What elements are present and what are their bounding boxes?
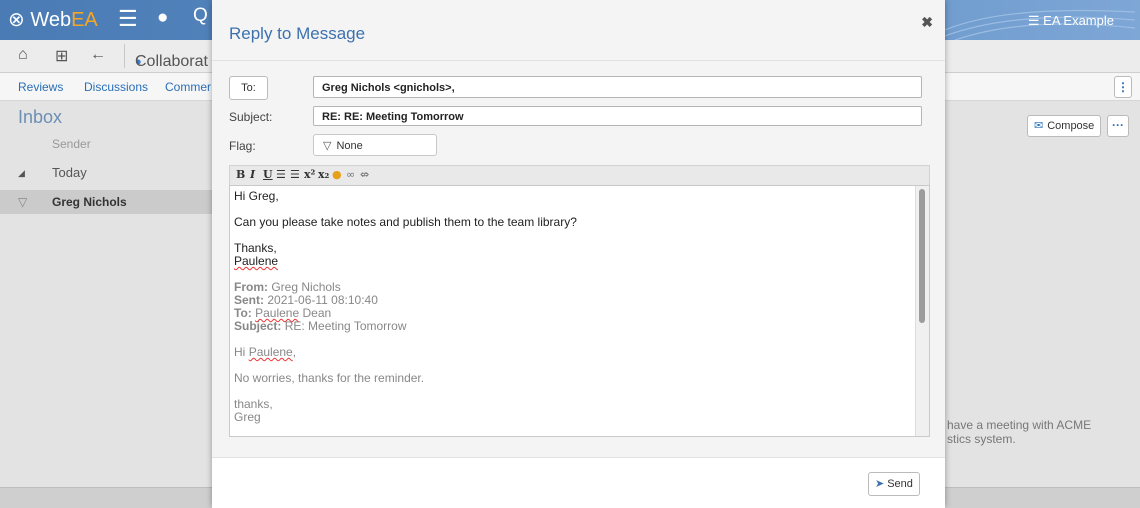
underline-button[interactable]: U bbox=[263, 168, 273, 181]
flag-label: Flag: bbox=[229, 139, 256, 153]
unlink-icon[interactable]: ⇎ bbox=[360, 168, 369, 181]
quoted-sent-label: Sent: bbox=[234, 293, 264, 307]
group-today[interactable]: ◢ Today bbox=[0, 161, 212, 185]
quoted-sent-value: 2021-06-11 08:10:40 bbox=[267, 293, 378, 307]
message-pane: ✉ Compose ··· have a meeting with ACME st… bbox=[945, 101, 1140, 487]
brand-suffix: EA bbox=[71, 9, 98, 31]
editor-toolbar: B I U ☰ ☰ x² x₂ ● ∞ ⇎ bbox=[229, 165, 930, 185]
compose-button[interactable]: ✉ Compose bbox=[1027, 115, 1102, 137]
quoted-from-value: Greg Nichols bbox=[271, 280, 341, 294]
dialog-header: Reply to Message ✖ bbox=[212, 0, 945, 61]
to-button[interactable]: To: bbox=[229, 76, 268, 100]
bullet-list-icon[interactable]: ☰ bbox=[290, 168, 300, 181]
tab-collaborate[interactable]: ● Collaborat bbox=[124, 44, 208, 70]
flag-icon: ▽ bbox=[323, 140, 332, 152]
subscript-icon[interactable]: x₂ bbox=[318, 168, 329, 181]
bold-button[interactable]: B bbox=[236, 168, 245, 181]
brand-prefix: Web bbox=[30, 9, 72, 31]
to-field[interactable]: Greg Nichols <gnichols>, bbox=[313, 76, 922, 98]
quoted-closing: thanks, bbox=[234, 397, 273, 411]
nav-reviews[interactable]: Reviews bbox=[18, 80, 63, 94]
editor-scrollbar[interactable] bbox=[915, 186, 929, 436]
body-signature: Paulene bbox=[234, 254, 279, 268]
color-icon[interactable]: ● bbox=[332, 168, 342, 181]
send-button[interactable]: ➤ Send bbox=[868, 472, 920, 496]
envelope-icon: ✉ bbox=[1034, 120, 1044, 132]
search-icon[interactable]: Q bbox=[193, 5, 208, 27]
flag-value: None bbox=[336, 140, 363, 152]
quoted-greeting: Hi Paulene, bbox=[234, 346, 914, 359]
more-options-icon[interactable]: ⋮ bbox=[1114, 76, 1132, 98]
webea-logo[interactable]: ⊗ WebEA bbox=[8, 7, 98, 32]
link-icon[interactable]: ∞ bbox=[346, 168, 355, 181]
logo-icon: ⊗ bbox=[8, 9, 25, 31]
chat-icon[interactable]: ● bbox=[157, 7, 168, 29]
compose-label: Compose bbox=[1047, 120, 1095, 132]
quoted-closing-name: Greg bbox=[234, 410, 261, 424]
inbox-pane: Inbox Sender ◢ Today ▽ Greg Nichols bbox=[0, 101, 212, 487]
body-signoff: Thanks, bbox=[234, 241, 277, 255]
preview-line-2: stics system. bbox=[947, 432, 1016, 446]
preview-line-1: have a meeting with ACME bbox=[947, 418, 1092, 432]
message-sender: Greg Nichols bbox=[52, 195, 127, 209]
quoted-to-first: Paulene bbox=[255, 306, 300, 320]
group-today-label: Today bbox=[52, 165, 87, 180]
quoted-to-label: To: bbox=[234, 306, 252, 320]
close-icon[interactable]: ✖ bbox=[921, 14, 933, 31]
dialog-title: Reply to Message bbox=[229, 24, 366, 43]
quoted-header: From: Greg Nichols Sent: 2021-06-11 08:1… bbox=[234, 281, 914, 333]
send-plane-icon: ➤ bbox=[875, 478, 885, 490]
quoted-to-last: Dean bbox=[302, 306, 332, 320]
superscript-icon[interactable]: x² bbox=[304, 168, 315, 181]
quoted-greeting-prefix: Hi bbox=[234, 345, 246, 359]
message-body-editor[interactable]: Hi Greg, Can you please take notes and p… bbox=[229, 185, 930, 437]
quoted-greeting-name: Paulene bbox=[248, 345, 293, 359]
reply-dialog: Reply to Message ✖ To: Greg Nichols <gni… bbox=[212, 0, 945, 508]
tab-collaborate-label: Collaborat bbox=[135, 53, 208, 70]
italic-button[interactable]: I bbox=[250, 168, 255, 181]
flag-icon: ▽ bbox=[18, 195, 28, 209]
home-icon[interactable]: ⌂ bbox=[18, 46, 28, 64]
quoted-line-1: No worries, thanks for the reminder. bbox=[234, 371, 425, 385]
dialog-body: To: Greg Nichols <gnichols>, Subject: RE… bbox=[212, 61, 945, 457]
nav-comments[interactable]: Commer bbox=[165, 80, 211, 94]
dialog-footer: ➤ Send bbox=[212, 457, 945, 508]
inbox-title: Inbox bbox=[18, 107, 63, 127]
hamburger-menu-icon[interactable]: ☰ bbox=[118, 6, 138, 32]
ordered-list-icon[interactable]: ☰ bbox=[276, 168, 286, 181]
editor-content[interactable]: Hi Greg, Can you please take notes and p… bbox=[234, 189, 914, 436]
send-label: Send bbox=[887, 478, 913, 490]
quoted-from-label: From: bbox=[234, 280, 268, 294]
subject-label: Subject: bbox=[229, 110, 273, 124]
nav-discussions[interactable]: Discussions bbox=[84, 80, 148, 94]
database-icon: ☰ bbox=[1027, 13, 1040, 28]
sender-column-header[interactable]: Sender bbox=[52, 137, 91, 151]
list-item[interactable]: ▽ Greg Nichols bbox=[0, 190, 212, 214]
flag-dropdown[interactable]: ▽ None bbox=[313, 134, 437, 156]
quoted-subject-value: RE: Meeting Tomorrow bbox=[284, 319, 407, 333]
model-name: EA Example bbox=[1043, 13, 1114, 28]
message-preview: have a meeting with ACME stics system. bbox=[947, 418, 1091, 446]
body-greeting: Hi Greg, bbox=[234, 189, 279, 203]
quoted-greeting-suffix: , bbox=[292, 345, 297, 359]
more-actions-button[interactable]: ··· bbox=[1107, 115, 1129, 137]
body-line-1: Can you please take notes and publish th… bbox=[234, 215, 577, 229]
scrollbar-thumb[interactable] bbox=[919, 189, 925, 323]
back-arrow-icon[interactable]: ← bbox=[90, 46, 106, 64]
quoted-subject-label: Subject: bbox=[234, 319, 282, 333]
collapse-triangle-icon: ◢ bbox=[18, 168, 25, 178]
subject-field[interactable]: RE: RE: Meeting Tomorrow bbox=[313, 106, 922, 126]
browser-tree-icon[interactable]: ⊞ bbox=[55, 46, 68, 66]
model-selector[interactable]: ☰ EA Example bbox=[1028, 13, 1114, 29]
